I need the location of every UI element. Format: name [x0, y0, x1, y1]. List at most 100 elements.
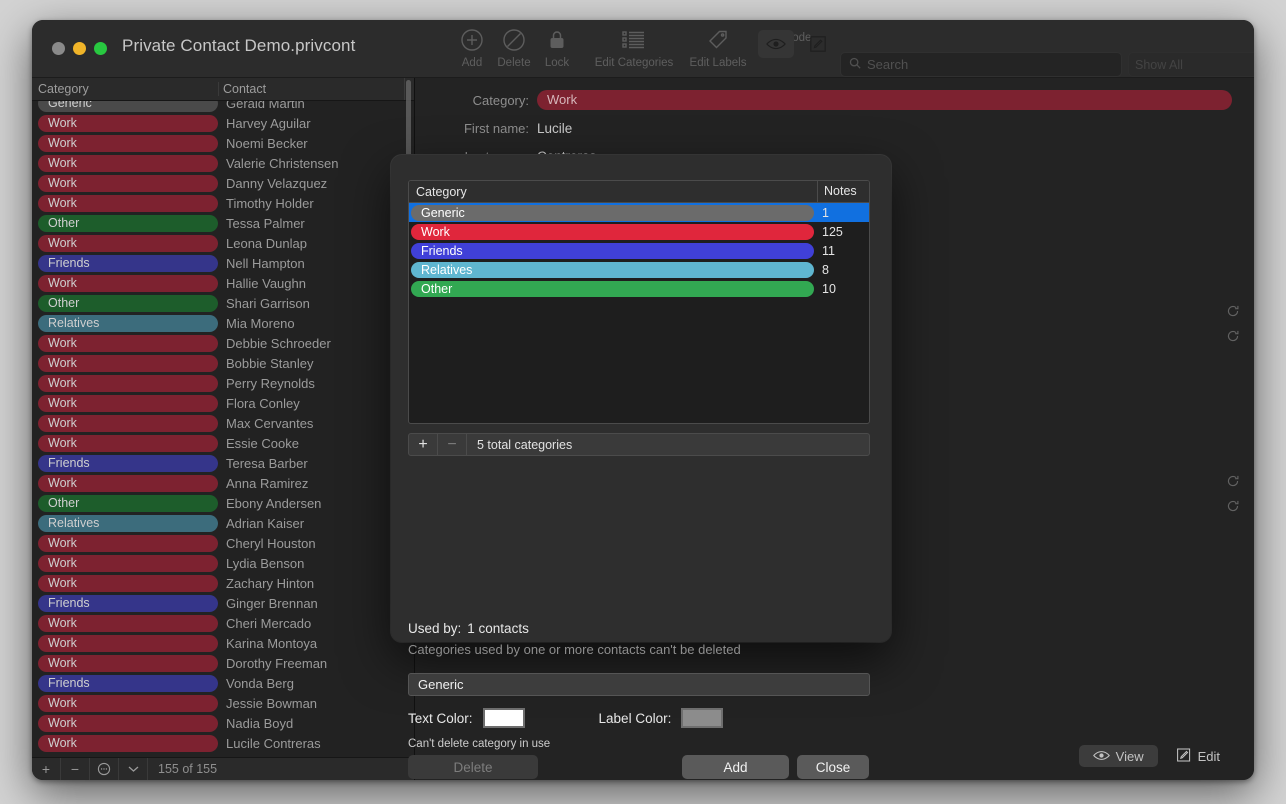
table-row[interactable]: Generic Gerald Martin: [32, 101, 414, 113]
table-row[interactable]: Friends Nell Hampton: [32, 253, 414, 273]
table-row[interactable]: Work Bobbie Stanley: [32, 353, 414, 373]
table-row[interactable]: Work Lydia Benson: [32, 553, 414, 573]
table-row[interactable]: Work Danny Velazquez: [32, 173, 414, 193]
table-row[interactable]: Work Flora Conley: [32, 393, 414, 413]
column-header-category[interactable]: Category: [32, 82, 218, 96]
row-contact-name: Timothy Holder: [226, 195, 314, 211]
category-row[interactable]: Other 10: [409, 279, 869, 298]
category-row[interactable]: Relatives 8: [409, 260, 869, 279]
label-color-swatch[interactable]: [681, 708, 724, 728]
search-input[interactable]: Search: [840, 52, 1122, 77]
minimize-window-button[interactable]: [73, 42, 86, 55]
table-row[interactable]: Work Perry Reynolds: [32, 373, 414, 393]
table-row[interactable]: Work Lucile Contreras: [32, 733, 414, 753]
list-remove-button[interactable]: −: [61, 758, 90, 780]
chevron-down-icon[interactable]: [119, 758, 148, 780]
table-row[interactable]: Work Cheri Mercado: [32, 613, 414, 633]
toolbar-edit-labels-button[interactable]: Edit Labels: [673, 26, 763, 69]
delete-category-button: Delete: [408, 755, 538, 779]
used-by-note: Categories used by one or more contacts …: [408, 642, 741, 657]
category-name-input[interactable]: Generic: [408, 673, 870, 696]
row-contact-name: Mia Moreno: [226, 315, 295, 331]
table-row[interactable]: Work Anna Ramirez: [32, 473, 414, 493]
table-row[interactable]: Work Nadia Boyd: [32, 713, 414, 733]
category-add-button[interactable]: +: [409, 434, 438, 455]
category-row[interactable]: Generic 1: [409, 203, 869, 222]
refresh-icon[interactable]: [1226, 304, 1240, 323]
table-row[interactable]: Other Shari Garrison: [32, 293, 414, 313]
detail-category-pill[interactable]: Work: [537, 90, 1232, 110]
row-category-chip: Work: [38, 554, 218, 572]
toolbar-mode-control[interactable]: Mode: [753, 26, 841, 58]
row-contact-name: Leona Dunlap: [226, 235, 307, 251]
row-contact-name: Tessa Palmer: [226, 215, 305, 231]
row-contact-name: Anna Ramirez: [226, 475, 309, 491]
row-contact-name: Lydia Benson: [226, 555, 305, 571]
table-row[interactable]: Work Hallie Vaughn: [32, 273, 414, 293]
category-name-chip: Generic: [411, 204, 814, 221]
contact-list-rows[interactable]: Generic Gerald Martin Work Harvey Aguilar Wo…: [32, 101, 414, 757]
search-category-select[interactable]: Show All: [1128, 52, 1254, 77]
delete-disabled-note: Can't delete category in use: [408, 738, 551, 750]
table-row[interactable]: Relatives Mia Moreno: [32, 313, 414, 333]
edit-mode-button[interactable]: Edit: [1162, 745, 1234, 767]
add-category-button[interactable]: Add: [682, 755, 789, 779]
table-row[interactable]: Friends Teresa Barber: [32, 453, 414, 473]
categories-column-category[interactable]: Category: [409, 185, 817, 199]
zoom-window-button[interactable]: [94, 42, 107, 55]
list-add-button[interactable]: +: [32, 758, 61, 780]
pencil-icon[interactable]: [800, 30, 836, 58]
row-category-chip: Friends: [38, 254, 218, 272]
categories-table-body[interactable]: Generic 1 Work 125 Friends 11 Relatives 8 Other 1…: [409, 203, 869, 298]
text-color-swatch[interactable]: [482, 708, 525, 728]
table-row[interactable]: Relatives Adrian Kaiser: [32, 513, 414, 533]
eye-icon[interactable]: [758, 30, 794, 58]
table-row[interactable]: Other Ebony Andersen: [32, 493, 414, 513]
table-row[interactable]: Work Max Cervantes: [32, 413, 414, 433]
table-row[interactable]: Work Cheryl Houston: [32, 533, 414, 553]
row-contact-name: Ebony Andersen: [226, 495, 322, 511]
row-category-chip: Work: [38, 194, 218, 212]
category-row[interactable]: Friends 11: [409, 241, 869, 260]
refresh-icon[interactable]: [1226, 329, 1240, 348]
row-contact-name: Cheryl Houston: [226, 535, 316, 551]
categories-table[interactable]: Category Notes Generic 1 Work 125 Friends 11 R…: [408, 180, 870, 424]
category-name-chip: Other: [411, 280, 814, 297]
table-row[interactable]: Work Valerie Christensen: [32, 153, 414, 173]
toolbar-lock-label: Lock: [544, 57, 570, 69]
table-row[interactable]: Friends Vonda Berg: [32, 673, 414, 693]
category-notes-count: 125: [822, 224, 843, 239]
column-header-contact[interactable]: Contact: [218, 82, 404, 96]
row-contact-name: Bobbie Stanley: [226, 355, 314, 371]
table-row[interactable]: Friends Ginger Brennan: [32, 593, 414, 613]
table-row[interactable]: Work Dorothy Freeman: [32, 653, 414, 673]
table-row[interactable]: Work Karina Montoya: [32, 633, 414, 653]
row-category-chip: Work: [38, 354, 218, 372]
table-row[interactable]: Work Essie Cooke: [32, 433, 414, 453]
category-name-chip: Friends: [411, 242, 814, 259]
category-row[interactable]: Work 125: [409, 222, 869, 241]
table-row[interactable]: Work Jessie Bowman: [32, 693, 414, 713]
table-row[interactable]: Work Debbie Schroeder: [32, 333, 414, 353]
category-notes-count: 1: [822, 205, 829, 220]
table-row[interactable]: Work Noemi Becker: [32, 133, 414, 153]
table-row[interactable]: Work Leona Dunlap: [32, 233, 414, 253]
toolbar-lock-button[interactable]: Lock: [513, 26, 601, 69]
row-category-chip: Work: [38, 474, 218, 492]
toolbar-edit-categories-button[interactable]: Edit Categories: [589, 26, 679, 69]
table-row[interactable]: Other Tessa Palmer: [32, 213, 414, 233]
row-contact-name: Dorothy Freeman: [226, 655, 328, 671]
traffic-lights: [52, 42, 107, 55]
table-row[interactable]: Work Zachary Hinton: [32, 573, 414, 593]
close-window-button[interactable]: [52, 42, 65, 55]
categories-column-notes[interactable]: Notes: [817, 181, 869, 202]
refresh-icon[interactable]: [1226, 474, 1240, 493]
list-more-button[interactable]: [90, 758, 119, 780]
refresh-icon[interactable]: [1226, 499, 1240, 518]
view-mode-button[interactable]: View: [1078, 745, 1158, 767]
row-contact-name: Max Cervantes: [226, 415, 314, 431]
close-dialog-button[interactable]: Close: [797, 755, 869, 779]
table-row[interactable]: Work Timothy Holder: [32, 193, 414, 213]
table-row[interactable]: Work Harvey Aguilar: [32, 113, 414, 133]
tag-icon: [673, 26, 763, 54]
